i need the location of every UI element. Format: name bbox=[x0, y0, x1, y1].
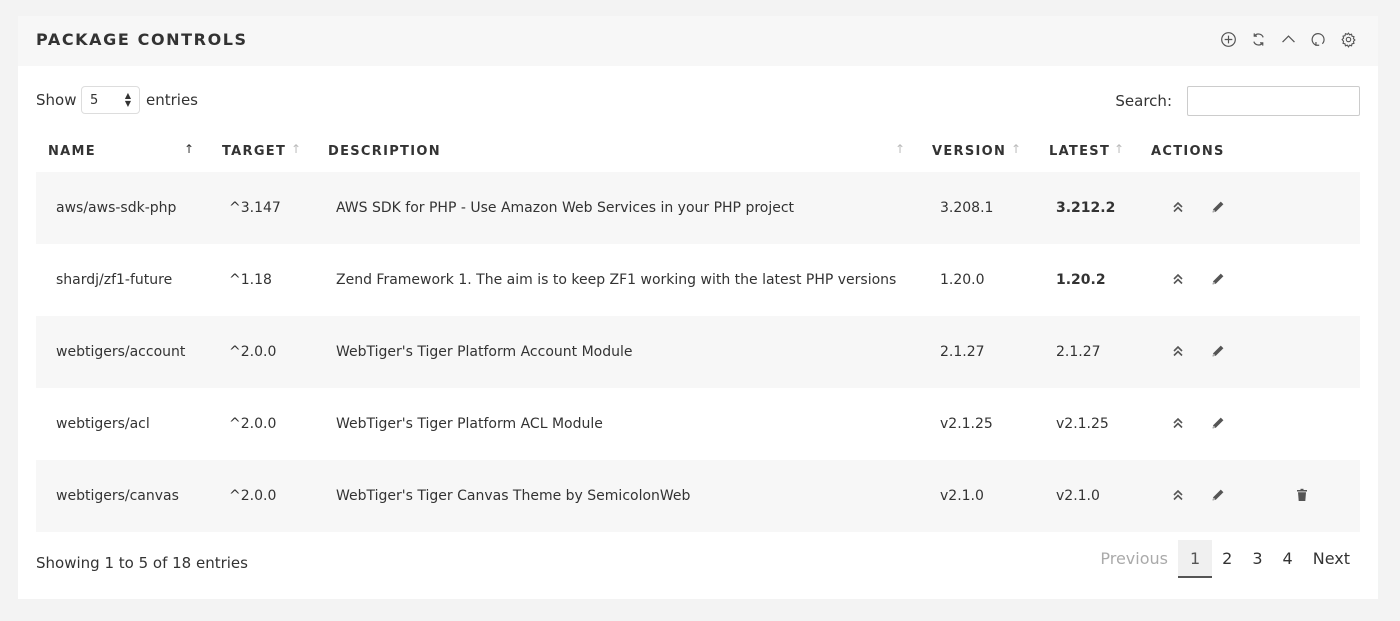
upgrade-icon[interactable] bbox=[1170, 415, 1186, 431]
package-name: webtigers/acl bbox=[56, 416, 150, 432]
entries-label: entries bbox=[146, 91, 198, 109]
package-description: WebTiger's Tiger Canvas Theme by Semicol… bbox=[336, 488, 691, 504]
edit-icon[interactable] bbox=[1210, 343, 1226, 359]
upgrade-icon[interactable] bbox=[1170, 199, 1186, 215]
upgrade-icon[interactable] bbox=[1170, 271, 1186, 287]
panel-toolbar bbox=[1219, 30, 1358, 49]
refresh-icon[interactable] bbox=[1249, 30, 1268, 49]
upgrade-icon[interactable] bbox=[1170, 487, 1186, 503]
upgrade-icon[interactable] bbox=[1170, 343, 1186, 359]
header-latest[interactable]: LATEST bbox=[1049, 144, 1110, 159]
table-row: aws/aws-sdk-php ^3.147 AWS SDK for PHP - U… bbox=[36, 172, 1360, 244]
select-arrows-icon: ▲ ▼ bbox=[124, 91, 131, 108]
header-description[interactable]: DESCRIPTION bbox=[328, 144, 441, 159]
package-description: Zend Framework 1. The aim is to keep ZF1… bbox=[336, 272, 897, 288]
package-target: ^3.147 bbox=[229, 200, 281, 216]
trash-icon[interactable] bbox=[1294, 487, 1310, 503]
panel-title: PACKAGE CONTROLS bbox=[36, 30, 248, 49]
sort-icon[interactable]: ↑ bbox=[1114, 142, 1124, 156]
package-version: 2.1.27 bbox=[940, 344, 985, 360]
header-target[interactable]: TARGET bbox=[222, 144, 286, 159]
package-controls-panel: PACKAGE CONTROLS Show 5 ▲ ▼ entries Sear… bbox=[18, 16, 1378, 599]
table-row: shardj/zf1-future ^1.18 Zend Framework 1. … bbox=[36, 244, 1360, 316]
package-latest: 2.1.27 bbox=[1056, 344, 1101, 360]
table-row: webtigers/account ^2.0.0 WebTiger's Tiger … bbox=[36, 316, 1360, 388]
package-latest: 1.20.2 bbox=[1056, 272, 1106, 288]
reload-icon[interactable] bbox=[1309, 30, 1328, 49]
package-version: 1.20.0 bbox=[940, 272, 985, 288]
pagination: Previous 1 2 3 4 Next bbox=[1090, 540, 1360, 578]
package-name: shardj/zf1-future bbox=[56, 272, 173, 288]
package-name: aws/aws-sdk-php bbox=[56, 200, 177, 216]
sort-icon[interactable]: ↑ bbox=[1011, 142, 1021, 156]
package-description: WebTiger's Tiger Platform Account Module bbox=[336, 344, 633, 360]
package-name: webtigers/account bbox=[56, 344, 186, 360]
show-label: Show bbox=[36, 91, 77, 109]
header-version[interactable]: VERSION bbox=[932, 144, 1006, 159]
package-target: ^2.0.0 bbox=[229, 488, 277, 504]
package-target: ^2.0.0 bbox=[229, 416, 277, 432]
gear-icon[interactable] bbox=[1339, 30, 1358, 49]
table-row: webtigers/acl ^2.0.0 WebTiger's Tiger Plat… bbox=[36, 388, 1360, 460]
package-description: WebTiger's Tiger Platform ACL Module bbox=[336, 416, 603, 432]
package-description: AWS SDK for PHP - Use Amazon Web Service… bbox=[336, 200, 795, 216]
header-actions: ACTIONS bbox=[1151, 144, 1225, 159]
table-controls: Show 5 ▲ ▼ entries Search: bbox=[36, 86, 1360, 120]
table-info: Showing 1 to 5 of 18 entries bbox=[36, 554, 248, 572]
search-input[interactable] bbox=[1187, 86, 1360, 116]
edit-icon[interactable] bbox=[1210, 487, 1226, 503]
table-row: webtigers/canvas ^2.0.0 WebTiger's Tiger C… bbox=[36, 460, 1360, 532]
header-name[interactable]: NAME bbox=[48, 144, 96, 159]
package-version: v2.1.25 bbox=[940, 416, 993, 432]
entries-per-page-value: 5 bbox=[90, 93, 99, 108]
sort-icon[interactable]: ↑ bbox=[895, 142, 905, 156]
package-latest: v2.1.0 bbox=[1056, 488, 1100, 504]
edit-icon[interactable] bbox=[1210, 199, 1226, 215]
pagination-next[interactable]: Next bbox=[1303, 540, 1360, 578]
chevron-up-icon[interactable] bbox=[1279, 30, 1298, 49]
package-target: ^2.0.0 bbox=[229, 344, 277, 360]
package-name: webtigers/canvas bbox=[56, 488, 179, 504]
edit-icon[interactable] bbox=[1210, 415, 1226, 431]
package-target: ^1.18 bbox=[229, 272, 272, 288]
pagination-page[interactable]: 1 bbox=[1177, 540, 1213, 578]
pagination-previous[interactable]: Previous bbox=[1090, 540, 1178, 578]
edit-icon[interactable] bbox=[1210, 271, 1226, 287]
pagination-page[interactable]: 2 bbox=[1212, 540, 1242, 578]
pagination-page[interactable]: 4 bbox=[1273, 540, 1303, 578]
table-header: NAME ↑ TARGET ↑ DESCRIPTION ↑ VERSION ↑ … bbox=[36, 140, 1360, 174]
sort-icon[interactable]: ↑ bbox=[291, 142, 301, 156]
entries-per-page-select[interactable]: 5 ▲ ▼ bbox=[81, 86, 140, 114]
pagination-page[interactable]: 3 bbox=[1242, 540, 1272, 578]
package-version: v2.1.0 bbox=[940, 488, 984, 504]
plus-circle-icon[interactable] bbox=[1219, 30, 1238, 49]
package-version: 3.208.1 bbox=[940, 200, 994, 216]
package-latest: v2.1.25 bbox=[1056, 416, 1109, 432]
panel-header: PACKAGE CONTROLS bbox=[18, 16, 1378, 66]
search-label: Search: bbox=[1115, 92, 1172, 110]
package-latest: 3.212.2 bbox=[1056, 200, 1116, 216]
sort-asc-icon[interactable]: ↑ bbox=[184, 142, 194, 156]
